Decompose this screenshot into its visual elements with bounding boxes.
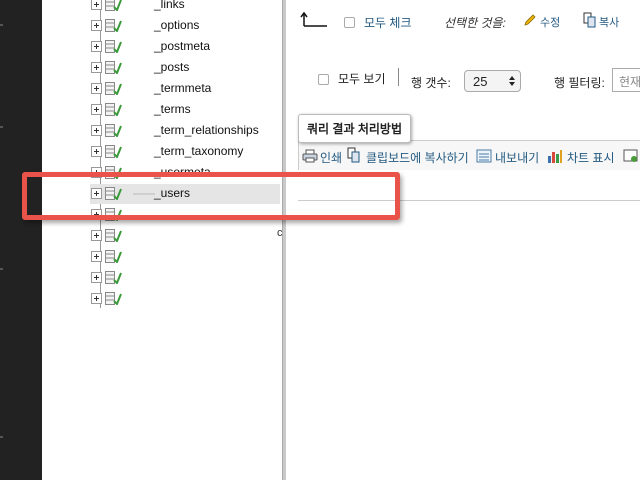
print-link[interactable]: 인쇄 [320, 149, 342, 166]
clipboard-icon[interactable] [347, 147, 361, 163]
expand-icon[interactable] [91, 251, 102, 262]
arrow-up-icon [300, 11, 327, 27]
table-icon[interactable] [105, 0, 122, 11]
table-name[interactable]: _term_taxonomy [154, 144, 243, 158]
table-icon[interactable] [105, 187, 122, 200]
expand-icon[interactable] [91, 20, 102, 31]
filter-input[interactable]: 현재 [612, 68, 640, 92]
results-divider [298, 200, 640, 201]
table-icon[interactable] [105, 250, 122, 263]
clipboard-link[interactable]: 클립보드에 복사하기 [366, 149, 469, 166]
table-row[interactable]: _posts [90, 58, 280, 78]
expand-icon[interactable] [91, 62, 102, 73]
select-arrows-icon [509, 76, 515, 86]
table-row[interactable]: _options [90, 16, 280, 36]
check-all-label[interactable]: 모두 체크 [364, 14, 412, 31]
query-ops-legend: 쿼리 결과 처리방법 [298, 114, 411, 143]
table-row[interactable]: _termmeta [90, 79, 280, 99]
panel-mark [0, 436, 3, 438]
table-row[interactable]: _usermeta [90, 163, 280, 183]
print-icon[interactable] [302, 148, 318, 164]
edit-link[interactable]: 수정 [540, 14, 560, 30]
table-icon[interactable] [105, 124, 122, 137]
expand-icon[interactable] [91, 230, 102, 241]
table-name[interactable]: _users [154, 186, 190, 200]
table-row[interactable]: _postmeta [90, 37, 280, 57]
table-row[interactable]: _term_taxonomy [90, 142, 280, 162]
table-name[interactable]: _term_relationships [154, 123, 259, 137]
redacted-prefix [133, 193, 155, 195]
rows-select-value: 25 [473, 74, 488, 89]
main-content: 모두 체크 선택한 것을: 수정 복사 모두 보기 행 갯수: 25 행 필터링… [286, 0, 640, 480]
panel-mark [0, 268, 3, 270]
table-row[interactable] [90, 226, 280, 246]
copy-icon[interactable] [583, 12, 597, 28]
table-icon[interactable] [105, 103, 122, 116]
table-row[interactable] [90, 268, 280, 288]
show-all-label[interactable]: 모두 보기 [338, 70, 386, 87]
table-icon[interactable] [105, 208, 122, 221]
expand-icon[interactable] [91, 272, 102, 283]
expand-icon[interactable] [91, 146, 102, 157]
with-selected-label: 선택한 것을: [444, 16, 506, 30]
table-icon[interactable] [105, 40, 122, 53]
table-name[interactable]: _options [154, 18, 199, 32]
table-name[interactable]: _usermeta [154, 165, 211, 179]
table-icon[interactable] [105, 166, 122, 179]
chart-icon[interactable] [547, 148, 563, 164]
table-icon[interactable] [105, 82, 122, 95]
rows-select[interactable]: 25 [464, 70, 521, 92]
table-icon[interactable] [105, 271, 122, 284]
pencil-icon[interactable] [523, 13, 537, 27]
filter-label: 행 필터링: [554, 76, 605, 90]
expand-icon[interactable] [91, 209, 102, 220]
expand-icon[interactable] [91, 83, 102, 94]
table-name[interactable]: _termmeta [154, 81, 211, 95]
table-icon[interactable] [105, 19, 122, 32]
check-all-checkbox[interactable] [344, 17, 355, 28]
table-icon[interactable] [105, 145, 122, 158]
table-row[interactable]: _users [90, 184, 280, 204]
table-row[interactable] [90, 247, 280, 267]
left-dark-panel [0, 0, 42, 480]
chart-link[interactable]: 차트 표시 [567, 149, 615, 166]
table-icon[interactable] [105, 229, 122, 242]
panel-mark [0, 24, 3, 26]
table-icon[interactable] [105, 292, 122, 305]
table-icon[interactable] [105, 61, 122, 74]
table-row[interactable]: _links [90, 0, 280, 15]
expand-icon[interactable] [91, 104, 102, 115]
export-link[interactable]: 내보내기 [495, 149, 539, 166]
panel-mark [0, 126, 3, 128]
create-view-icon[interactable] [623, 149, 639, 163]
separator [398, 68, 399, 86]
table-row[interactable] [90, 205, 280, 225]
show-all-checkbox[interactable] [318, 74, 329, 85]
table-name[interactable]: _posts [154, 60, 189, 74]
table-row[interactable]: _term_relationships [90, 121, 280, 141]
copy-link[interactable]: 복사 [599, 14, 619, 30]
table-row[interactable] [90, 289, 280, 309]
expand-icon[interactable] [91, 41, 102, 52]
rows-label: 행 갯수: [411, 76, 451, 90]
table-name[interactable]: _terms [154, 102, 191, 116]
export-icon[interactable] [476, 149, 492, 163]
expand-icon[interactable] [91, 125, 102, 136]
table-name[interactable]: _links [154, 0, 185, 11]
expand-icon[interactable] [91, 293, 102, 304]
expand-icon[interactable] [91, 167, 102, 178]
expand-icon[interactable] [91, 0, 102, 10]
expand-icon[interactable] [91, 188, 102, 199]
table-name[interactable]: _postmeta [154, 39, 210, 53]
table-row[interactable]: _terms [90, 100, 280, 120]
